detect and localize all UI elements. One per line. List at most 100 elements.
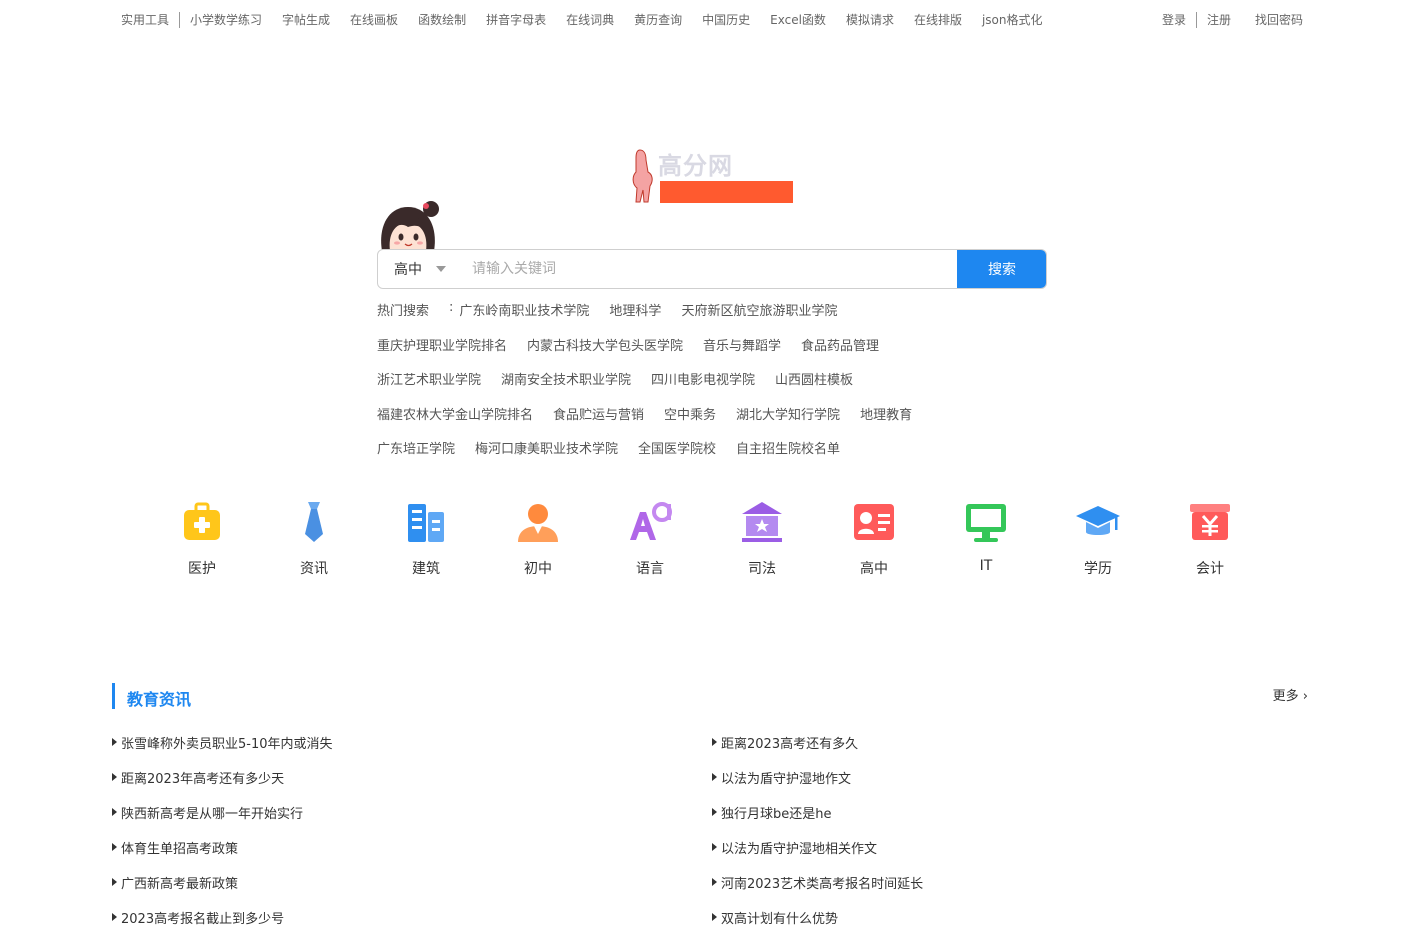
news-item[interactable]: 张雪峰称外卖员职业5-10年内或消失 [112, 733, 333, 768]
hot-search-link[interactable]: 四川电影电视学院 [651, 369, 755, 388]
register-link[interactable]: 注册 [1207, 11, 1231, 28]
hot-search-link[interactable]: 全国医学院校 [638, 438, 716, 457]
triangle-bullet-icon [712, 843, 717, 851]
category-judiciary[interactable]: 司法 [706, 498, 818, 578]
hand-icon [632, 149, 653, 203]
category-medical[interactable]: 医护 [146, 498, 258, 578]
search-button[interactable]: 搜索 [957, 250, 1046, 288]
site-logo[interactable]: 高分网 [620, 146, 800, 206]
tie-icon [305, 502, 323, 542]
category-label: 会计 [1196, 561, 1224, 577]
tool-link[interactable]: Excel函数 [770, 11, 826, 28]
tool-link[interactable]: json格式化 [982, 11, 1043, 28]
hot-search-link[interactable]: 重庆护理职业学院排名 [377, 335, 507, 354]
category-senior-high[interactable]: 高中 [818, 498, 930, 578]
category-degree[interactable]: 学历 [1042, 498, 1154, 578]
news-item[interactable]: 以法为盾守护湿地相关作文 [712, 838, 923, 873]
category-language[interactable]: 语言 [594, 498, 706, 578]
news-list-left: 张雪峰称外卖员职业5-10年内或消失 距离2023年高考还有多少天 陕西新高考是… [112, 733, 333, 933]
student-icon [518, 504, 558, 542]
hot-searches: 热门搜索 : 广东岭南职业技术学院 地理科学 天府新区航空旅游职业学院 重庆护理… [377, 300, 1057, 473]
category-label: 初中 [524, 561, 552, 577]
category-accounting[interactable]: 会计 [1154, 498, 1266, 578]
news-item-title: 距离2023年高考还有多少天 [121, 772, 285, 787]
logo-text: 高分网 [658, 152, 733, 180]
category-label: 语言 [636, 561, 664, 577]
category-architecture[interactable]: 建筑 [370, 498, 482, 578]
tool-link[interactable]: 在线画板 [350, 11, 398, 28]
news-item-title: 以法为盾守护湿地相关作文 [721, 842, 878, 857]
hot-row: 重庆护理职业学院排名 内蒙古科技大学包头医学院 音乐与舞蹈学 食品药品管理 [377, 335, 1057, 370]
hot-search-link[interactable]: 梅河口康美职业技术学院 [475, 438, 618, 457]
news-item[interactable]: 体育生单招高考政策 [112, 838, 333, 873]
hot-search-link[interactable]: 湖北大学知行学院 [736, 404, 840, 423]
tool-link[interactable]: 函数绘制 [418, 11, 466, 28]
category-news[interactable]: 资讯 [258, 498, 370, 578]
hot-search-link[interactable]: 地理科学 [609, 300, 661, 319]
hot-row: 广东培正学院 梅河口康美职业技术学院 全国医学院校 自主招生院校名单 [377, 438, 1057, 473]
category-label: 建筑 [412, 561, 440, 577]
news-item-title: 张雪峰称外卖员职业5-10年内或消失 [121, 737, 333, 752]
logo-bar [660, 181, 793, 203]
category-label: 司法 [748, 561, 776, 577]
news-item-title: 双高计划有什么优势 [721, 912, 839, 927]
tool-link[interactable]: 小学数学练习 [190, 11, 262, 28]
category-label: 学历 [1084, 561, 1112, 577]
news-item[interactable]: 河南2023艺术类高考报名时间延长 [712, 873, 923, 908]
search-input[interactable] [458, 250, 957, 288]
grad-cap-icon [1076, 506, 1120, 535]
news-item[interactable]: 以法为盾守护湿地作文 [712, 768, 923, 803]
hot-search-link[interactable]: 食品贮运与营销 [553, 404, 644, 423]
hot-search-link[interactable]: 福建农林大学金山学院排名 [377, 404, 533, 423]
page: 实用工具 小学数学练习 字帖生成 在线画板 函数绘制 拼音字母表 在线词典 黄历… [0, 0, 1424, 933]
hot-search-link[interactable]: 山西圆柱模板 [775, 369, 853, 388]
category-select[interactable]: 高中 [378, 250, 458, 288]
news-item-title: 体育生单招高考政策 [121, 842, 239, 857]
mascot-girl-icon [381, 201, 439, 251]
hot-search-link[interactable]: 广东岭南职业技术学院 [459, 300, 589, 319]
news-item[interactable]: 独行月球be还是he [712, 803, 923, 838]
hot-search-link[interactable]: 广东培正学院 [377, 438, 455, 457]
monitor-icon [966, 504, 1006, 542]
login-link[interactable]: 登录 [1162, 11, 1186, 28]
news-item[interactable]: 陕西新高考是从哪一年开始实行 [112, 803, 333, 838]
tool-link[interactable]: 黄历查询 [634, 11, 682, 28]
tool-link[interactable]: 在线排版 [914, 11, 962, 28]
category-junior-high[interactable]: 初中 [482, 498, 594, 578]
hot-search-link[interactable]: 音乐与舞蹈学 [703, 335, 781, 354]
triangle-bullet-icon [712, 738, 717, 746]
news-item-title: 陕西新高考是从哪一年开始实行 [121, 807, 304, 822]
category-it[interactable]: IT [930, 498, 1042, 578]
triangle-bullet-icon [712, 773, 717, 781]
category-label: 高中 [860, 561, 888, 577]
hot-search-link[interactable]: 天府新区航空旅游职业学院 [681, 300, 837, 319]
tool-link[interactable]: 字帖生成 [282, 11, 330, 28]
hot-search-link[interactable]: 空中乘务 [664, 404, 716, 423]
tool-link[interactable]: 中国历史 [702, 11, 750, 28]
category-label: IT [979, 558, 993, 574]
search-bar: 高中 搜索 [377, 249, 1047, 289]
news-item[interactable]: 距离2023高考还有多久 [712, 733, 923, 768]
triangle-bullet-icon [712, 878, 717, 886]
hot-search-colon: : [449, 300, 454, 315]
hot-search-link[interactable]: 地理教育 [860, 404, 912, 423]
tool-link[interactable]: 模拟请求 [846, 11, 894, 28]
news-item-title: 河南2023艺术类高考报名时间延长 [721, 877, 924, 892]
hot-search-label: 热门搜索 [377, 304, 430, 319]
recover-password-link[interactable]: 找回密码 [1255, 11, 1303, 28]
hot-search-link[interactable]: 自主招生院校名单 [736, 438, 840, 457]
news-item[interactable]: 距离2023年高考还有多少天 [112, 768, 333, 803]
news-item[interactable]: 2023高考报名截止到多少号 [112, 908, 333, 933]
hot-search-link[interactable]: 内蒙古科技大学包头医学院 [527, 335, 683, 354]
hot-search-link[interactable]: 食品药品管理 [801, 335, 879, 354]
tool-link[interactable]: 拼音字母表 [486, 11, 546, 28]
tool-link-utilities[interactable]: 实用工具 [121, 11, 169, 28]
news-item[interactable]: 广西新高考最新政策 [112, 873, 333, 908]
more-label: 更多 [1272, 689, 1299, 704]
more-link[interactable]: 更多 › [1273, 685, 1308, 704]
section-accent-bar [112, 683, 115, 709]
hot-search-link[interactable]: 浙江艺术职业学院 [377, 369, 481, 388]
news-item[interactable]: 双高计划有什么优势 [712, 908, 923, 933]
hot-search-link[interactable]: 湖南安全技术职业学院 [501, 369, 631, 388]
tool-link[interactable]: 在线词典 [566, 11, 614, 28]
